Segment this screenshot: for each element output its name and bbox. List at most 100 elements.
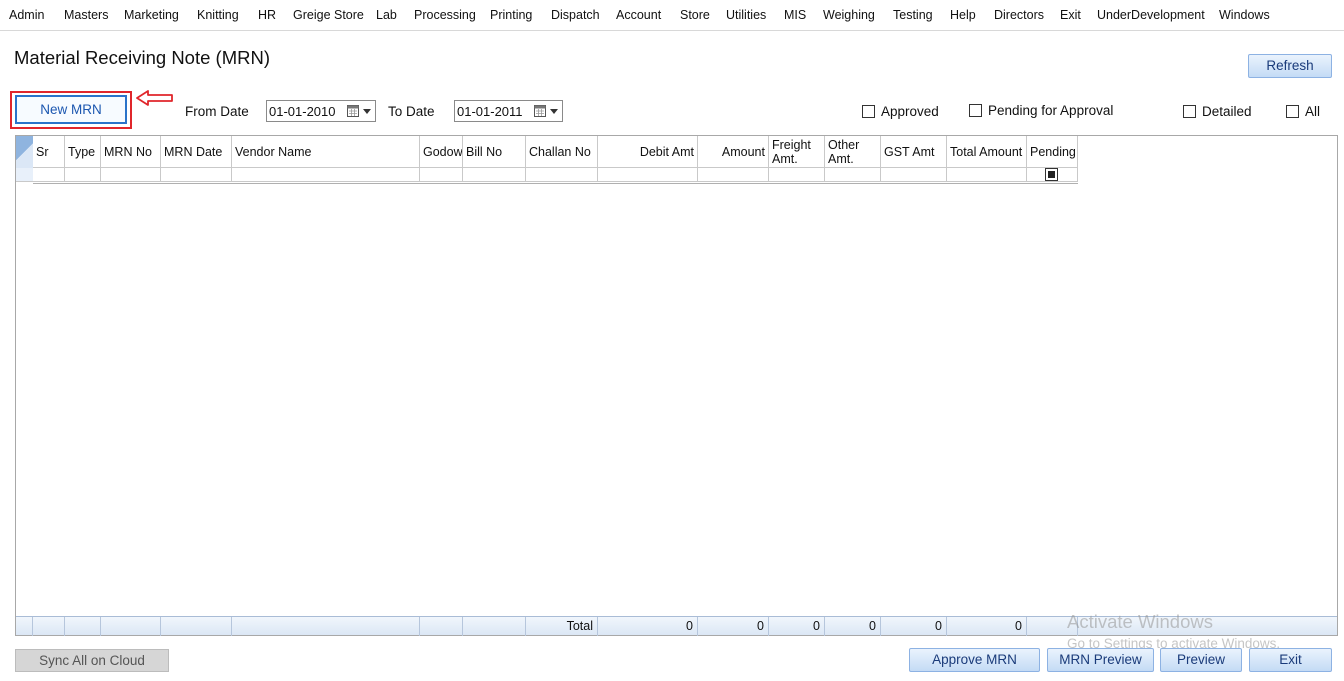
filter-cell[interactable] [33,168,65,182]
col-freight-amt[interactable]: Freight Amt. [769,136,825,168]
pending-approval-label: Pending for Approval [988,103,1114,118]
total-gst-amt: 0 [881,617,947,636]
menu-testing[interactable]: Testing [893,8,933,22]
filter-cell[interactable] [420,168,463,182]
filter-cell[interactable] [698,168,769,182]
col-amount[interactable]: Amount [698,136,769,168]
col-godown[interactable]: Godow [420,136,463,168]
col-mrn-date[interactable]: MRN Date [161,136,232,168]
menu-lab[interactable]: Lab [376,8,397,22]
calendar-icon[interactable] [534,105,546,117]
total-cell [101,617,161,636]
preview-button[interactable]: Preview [1160,648,1242,672]
detailed-label: Detailed [1202,104,1252,119]
detailed-checkbox[interactable] [1183,105,1196,118]
menu-greige-store[interactable]: Greige Store [293,8,364,22]
menu-dispatch[interactable]: Dispatch [551,8,600,22]
menu-knitting[interactable]: Knitting [197,8,239,22]
new-mrn-button[interactable]: New MRN [15,95,127,124]
dropdown-arrow-icon[interactable] [363,109,371,114]
approved-label: Approved [881,104,939,119]
all-checkbox[interactable] [1286,105,1299,118]
from-date-picker[interactable]: 01-01-2010 [266,100,376,122]
col-gst-amt[interactable]: GST Amt [881,136,947,168]
col-debit-amt[interactable]: Debit Amt [598,136,698,168]
total-cell [16,617,33,636]
calendar-icon[interactable] [347,105,359,117]
filter-cell[interactable] [947,168,1027,182]
menu-mis[interactable]: MIS [784,8,806,22]
to-date-label: To Date [388,104,435,119]
col-sr[interactable]: Sr [33,136,65,168]
col-other-amt[interactable]: Other Amt. [825,136,881,168]
menu-exit[interactable]: Exit [1060,8,1081,22]
pending-filter-checkbox[interactable] [1045,168,1058,181]
from-date-label: From Date [185,104,249,119]
exit-button[interactable]: Exit [1249,648,1332,672]
filter-cell[interactable] [232,168,420,182]
menu-help[interactable]: Help [950,8,976,22]
col-pending[interactable]: Pending [1027,136,1078,168]
mrn-grid[interactable]: Sr Type MRN No MRN Date Vendor Name Godo… [15,135,1338,636]
total-freight-amt: 0 [769,617,825,636]
menu-hr[interactable]: HR [258,8,276,22]
total-cell [420,617,463,636]
menu-underdevelopment[interactable]: UnderDevelopment [1097,8,1205,22]
menu-windows[interactable]: Windows [1219,8,1270,22]
total-cell [65,617,101,636]
total-amount: 0 [698,617,769,636]
menu-bar: Admin Masters Marketing Knitting HR Grei… [0,0,1344,31]
col-challan-no[interactable]: Challan No [526,136,598,168]
total-cell [463,617,526,636]
filter-cell[interactable] [65,168,101,182]
menu-weighing[interactable]: Weighing [823,8,875,22]
page-title: Material Receiving Note (MRN) [14,47,270,68]
menu-admin[interactable]: Admin [9,8,44,22]
menu-masters[interactable]: Masters [64,8,108,22]
filter-cell[interactable] [1027,168,1078,182]
sync-all-cloud-button[interactable]: Sync All on Cloud [15,649,169,672]
col-vendor-name[interactable]: Vendor Name [232,136,420,168]
pending-approval-checkbox[interactable] [969,104,982,117]
to-date-picker[interactable]: 01-01-2011 [454,100,563,122]
dropdown-arrow-icon[interactable] [550,109,558,114]
red-left-arrow-icon [136,90,173,106]
menu-utilities[interactable]: Utilities [726,8,766,22]
from-date-value: 01-01-2010 [269,104,336,119]
filter-divider [33,183,1078,185]
filter-cell[interactable] [598,168,698,182]
mrn-preview-button[interactable]: MRN Preview [1047,648,1154,672]
filter-cell[interactable] [463,168,526,182]
col-mrn-no[interactable]: MRN No [101,136,161,168]
filter-row-selector [16,168,33,182]
total-cell [161,617,232,636]
activate-windows-title: Activate Windows [1067,611,1213,632]
filter-cell[interactable] [161,168,232,182]
menu-marketing[interactable]: Marketing [124,8,179,22]
col-bill-no[interactable]: Bill No [463,136,526,168]
approved-checkbox[interactable] [862,105,875,118]
row-selector-icon [16,136,33,168]
col-total-amount[interactable]: Total Amount [947,136,1027,168]
total-cell [33,617,65,636]
col-type[interactable]: Type [65,136,101,168]
filter-cell[interactable] [101,168,161,182]
filter-cell[interactable] [825,168,881,182]
menu-account[interactable]: Account [616,8,661,22]
menu-store[interactable]: Store [680,8,710,22]
menu-processing[interactable]: Processing [414,8,476,22]
to-date-value: 01-01-2011 [457,104,523,119]
total-cell [232,617,420,636]
total-other-amt: 0 [825,617,881,636]
total-label: Total [526,617,598,636]
total-debit-amt: 0 [598,617,698,636]
filter-cell[interactable] [526,168,598,182]
filter-cell[interactable] [769,168,825,182]
total-total-amount: 0 [947,617,1027,636]
menu-printing[interactable]: Printing [490,8,532,22]
approve-mrn-button[interactable]: Approve MRN [909,648,1040,672]
filter-cell[interactable] [881,168,947,182]
menu-directors[interactable]: Directors [994,8,1044,22]
all-label: All [1305,104,1321,119]
refresh-button[interactable]: Refresh [1248,54,1332,78]
